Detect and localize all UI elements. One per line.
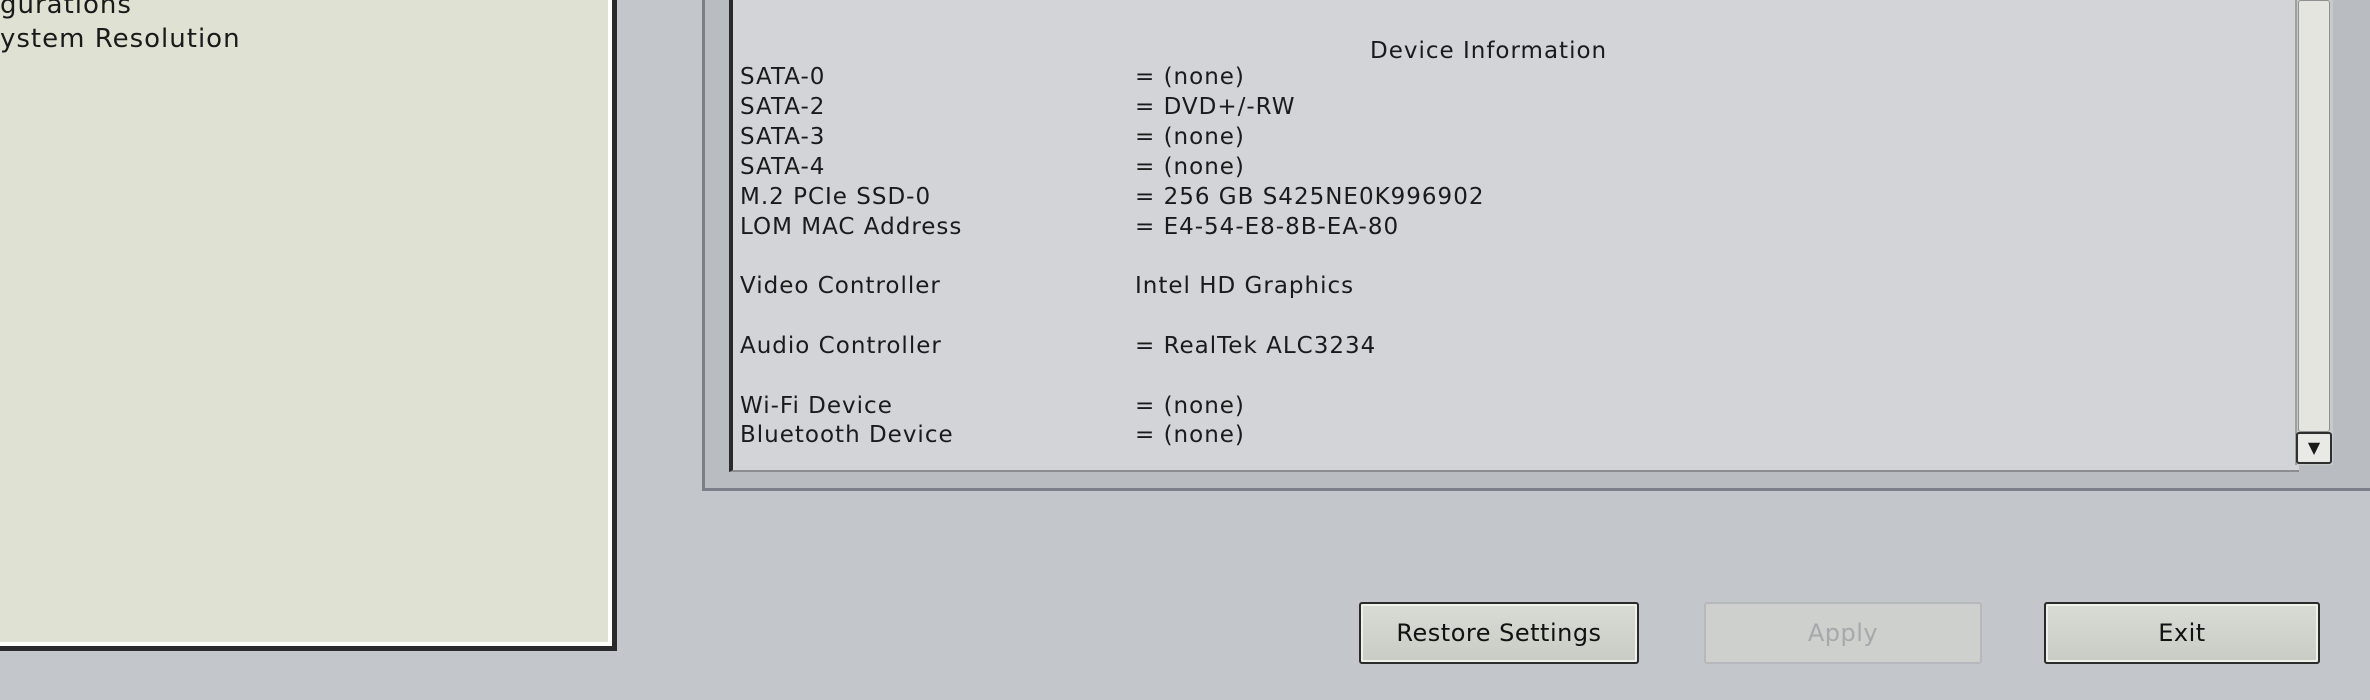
wifi-device-value: = (none) [1135,393,1245,419]
chevron-down-icon: ▼ [2307,438,2321,457]
scroll-down-button[interactable]: ▼ [2296,432,2332,464]
sata-0-value: = (none) [1135,64,1245,90]
device-information-heading: Device Information [1370,38,1608,64]
sata-2-value: = DVD+/-RW [1135,94,1296,120]
lom-mac-value: = E4-54-E8-8B-EA-80 [1135,214,1400,240]
scrollbar-thumb[interactable] [2298,0,2330,432]
lom-mac-label: LOM MAC Address [740,214,963,240]
restore-settings-button[interactable]: Restore Settings [1359,602,1639,664]
tree-item-system-resolution[interactable]: ystem Resolution [0,24,241,54]
bluetooth-device-value: = (none) [1135,422,1245,448]
device-info-panel [729,0,2299,472]
tree-item-configurations[interactable]: gurations [0,0,132,20]
video-controller-value: Intel HD Graphics [1135,273,1355,299]
sata-2-label: SATA-2 [740,94,826,120]
wifi-device-label: Wi-Fi Device [740,393,893,419]
exit-button[interactable]: Exit [2044,602,2320,664]
sata-0-label: SATA-0 [740,64,826,90]
video-controller-label: Video Controller [740,273,941,299]
settings-tree-panel[interactable]: gurations ystem Resolution [0,0,617,651]
bluetooth-device-label: Bluetooth Device [740,422,954,448]
audio-controller-label: Audio Controller [740,333,942,359]
audio-controller-value: = RealTek ALC3234 [1135,333,1377,359]
apply-button[interactable]: Apply [1704,602,1982,664]
sata-3-value: = (none) [1135,124,1245,150]
sata-3-label: SATA-3 [740,124,826,150]
sata-4-value: = (none) [1135,154,1245,180]
m2-ssd-label: M.2 PCIe SSD-0 [740,184,932,210]
m2-ssd-value: = 256 GB S425NE0K996902 [1135,184,1485,210]
sata-4-label: SATA-4 [740,154,826,180]
